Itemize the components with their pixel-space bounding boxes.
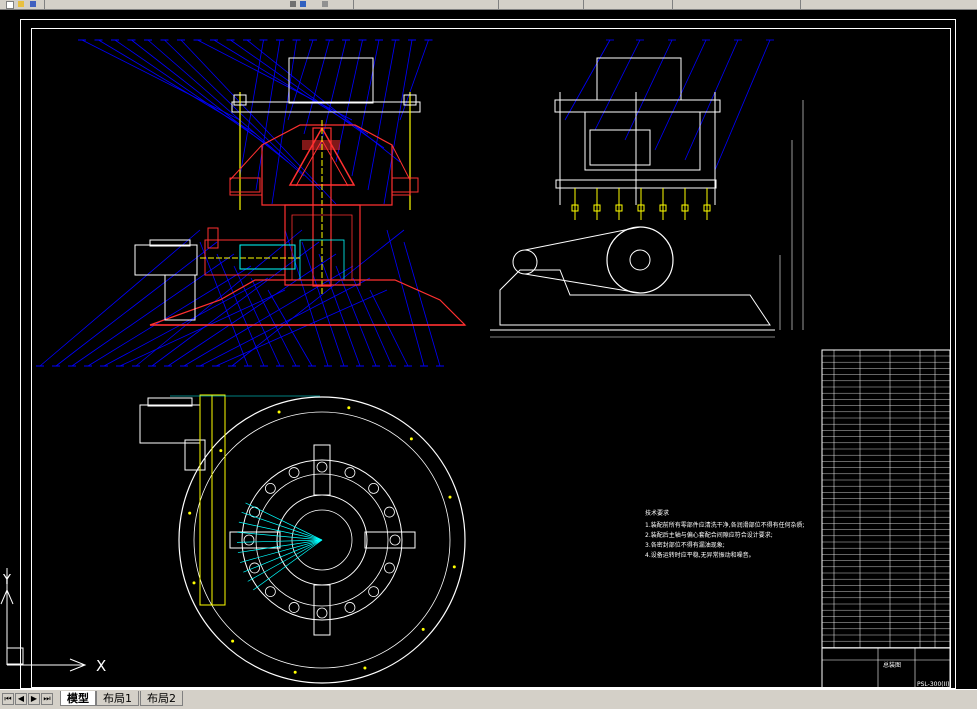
- note-line: 4.设备运转时应平稳,无异常振动和噪音。: [645, 551, 755, 559]
- save-icon[interactable]: [30, 1, 36, 7]
- toolbar-separator: [672, 0, 673, 9]
- toolbar-separator: [800, 0, 801, 9]
- model-space-canvas[interactable]: 技术要求 1.装配前所有零部件应清洗干净,各润滑部位不得有任何杂质; 2.装配后…: [0, 10, 977, 688]
- tab-layout2[interactable]: 布局2: [140, 691, 183, 706]
- next-tab-button[interactable]: ▶: [28, 693, 40, 705]
- note-line: 3.各密封部位不得有漏油现象;: [645, 541, 725, 549]
- new-file-icon[interactable]: [6, 1, 14, 9]
- ucs-icon: X Y: [0, 568, 106, 675]
- ucs-y-label: Y: [2, 573, 11, 588]
- prev-tab-button[interactable]: ◀: [15, 693, 27, 705]
- motor: [134, 244, 198, 276]
- toolbar-separator: [498, 0, 499, 9]
- toolbar-separator: [353, 0, 354, 9]
- tab-layout1[interactable]: 布局1: [96, 691, 139, 706]
- tab-model[interactable]: 模型: [60, 691, 96, 706]
- parts-list: [821, 349, 951, 688]
- note-line: 2.装配后主轴与偏心套配合间隙应符合设计要求;: [645, 531, 773, 539]
- ucs-x-label: X: [96, 657, 106, 675]
- side-elevation-view: [490, 39, 804, 338]
- zoom-icon[interactable]: [300, 1, 306, 7]
- plan-motor: [139, 404, 201, 444]
- feed-hopper: [288, 57, 374, 104]
- toolbar-separator: [44, 0, 45, 9]
- open-file-icon[interactable]: [18, 1, 24, 7]
- print-icon[interactable]: [290, 1, 296, 7]
- last-tab-button[interactable]: ⏭: [41, 693, 53, 705]
- title-block-name: 总装图: [883, 661, 901, 669]
- note-line: 1.装配前所有零部件应清洗干净,各润滑部位不得有任何杂质;: [645, 521, 805, 529]
- leader-lines-top: [81, 39, 429, 205]
- first-tab-button[interactable]: ⏮: [2, 693, 14, 705]
- title-block-drawing-no: PSL-300(II): [917, 681, 950, 688]
- technical-notes: 技术要求 1.装配前所有零部件应清洗干净,各润滑部位不得有任何杂质; 2.装配后…: [645, 509, 805, 559]
- toolbar-separator: [583, 0, 584, 9]
- pan-icon[interactable]: [322, 1, 328, 7]
- title-block: 总装图 PSL-300(II): [821, 647, 951, 688]
- side-base: [499, 269, 771, 326]
- notes-title: 技术要求: [645, 509, 669, 517]
- front-section-view: [36, 39, 467, 367]
- plan-view: [139, 394, 466, 684]
- frame-base: [149, 279, 467, 326]
- toolbar: [0, 0, 977, 10]
- flywheel: [606, 226, 674, 294]
- layout-tab-bar: ⏮ ◀ ▶ ⏭ 模型 布局1 布局2: [0, 689, 977, 709]
